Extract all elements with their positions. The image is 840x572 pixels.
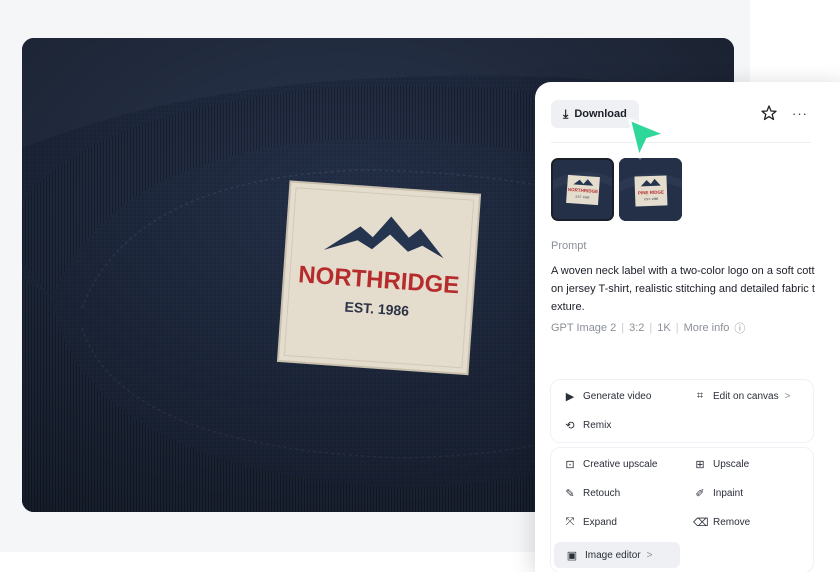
remove-button[interactable]: ⌫ Remove	[693, 511, 750, 533]
creative-upscale-icon: ⊡	[565, 458, 575, 471]
remove-label: Remove	[713, 516, 751, 528]
eraser-icon: ⌫	[693, 516, 709, 529]
generate-video-label: Generate video	[583, 390, 652, 402]
inpaint-icon: ✐	[695, 487, 705, 500]
meta-model: GPT Image 2	[551, 322, 617, 334]
thumbnail-1[interactable]: NORTHRIDGE EST. 1986	[551, 158, 614, 221]
meta-separator: |	[649, 322, 653, 334]
image-details-panel: ⤓ Download ··· NORTHRIDGE EST. 1986 PINE…	[535, 82, 840, 572]
image-editor-button[interactable]: ▣ Image editor >	[565, 544, 653, 566]
play-icon: ▶	[565, 390, 575, 403]
edit-on-canvas-label: Edit on canvas	[713, 390, 779, 402]
remix-icon: ⟲	[565, 419, 575, 432]
upscale-label: Upscale	[713, 458, 750, 470]
inpaint-button[interactable]: ✐ Inpaint	[693, 482, 743, 504]
download-label: Download	[574, 108, 627, 120]
meta-resolution: 1K	[657, 322, 671, 334]
prompt-heading: Prompt	[551, 240, 587, 252]
info-icon[interactable]: ⓘ	[734, 320, 745, 336]
meta-separator: |	[621, 322, 625, 334]
meta-ratio: 3:2	[629, 322, 645, 334]
prompt-text: A woven neck label with a two-color logo…	[551, 265, 815, 313]
star-icon[interactable]	[759, 103, 779, 123]
generate-video-button[interactable]: ▶ Generate video	[563, 385, 652, 407]
image-meta: GPT Image 2 | 3:2 | 1K | More info ⓘ	[551, 320, 745, 336]
expand-icon: ⤧	[565, 515, 575, 528]
expand-label: Expand	[583, 516, 617, 528]
woven-label: NORTHRIDGE EST. 1986	[276, 180, 482, 376]
remix-button[interactable]: ⟲ Remix	[563, 414, 611, 436]
upscale-button[interactable]: ⊞ Upscale	[693, 453, 749, 475]
crop-icon: ⌗	[696, 389, 704, 402]
divider	[551, 142, 811, 143]
retouch-label: Retouch	[583, 487, 621, 499]
upscale-icon: ⊞	[695, 458, 705, 471]
chevron-right-icon: >	[646, 549, 653, 561]
inpaint-label: Inpaint	[713, 487, 744, 499]
meta-separator: |	[675, 322, 679, 334]
thumbnail-2-brand: PINE RIDGE	[638, 190, 664, 196]
download-icon: ⤓	[563, 107, 569, 121]
creative-upscale-button[interactable]: ⊡ Creative upscale	[563, 453, 657, 475]
more-info-link[interactable]: More info	[684, 322, 730, 334]
expand-button[interactable]: ⤧ Expand	[563, 511, 617, 533]
creative-upscale-label: Creative upscale	[583, 458, 658, 470]
retouch-icon: ✎	[565, 487, 575, 500]
retouch-button[interactable]: ✎ Retouch	[563, 482, 620, 504]
more-icon[interactable]: ···	[790, 103, 810, 123]
thumbnail-2-est: EST. 1986	[644, 197, 658, 201]
edit-on-canvas-button[interactable]: ⌗ Edit on canvas >	[693, 385, 791, 407]
image-editor-label: Image editor	[585, 549, 641, 561]
cursor-pointer-icon	[622, 114, 672, 169]
chevron-right-icon: >	[784, 390, 791, 402]
actions-group-primary: ▶ Generate video ⌗ Edit on canvas > ⟲ Re…	[551, 380, 813, 442]
remix-label: Remix	[583, 419, 612, 431]
